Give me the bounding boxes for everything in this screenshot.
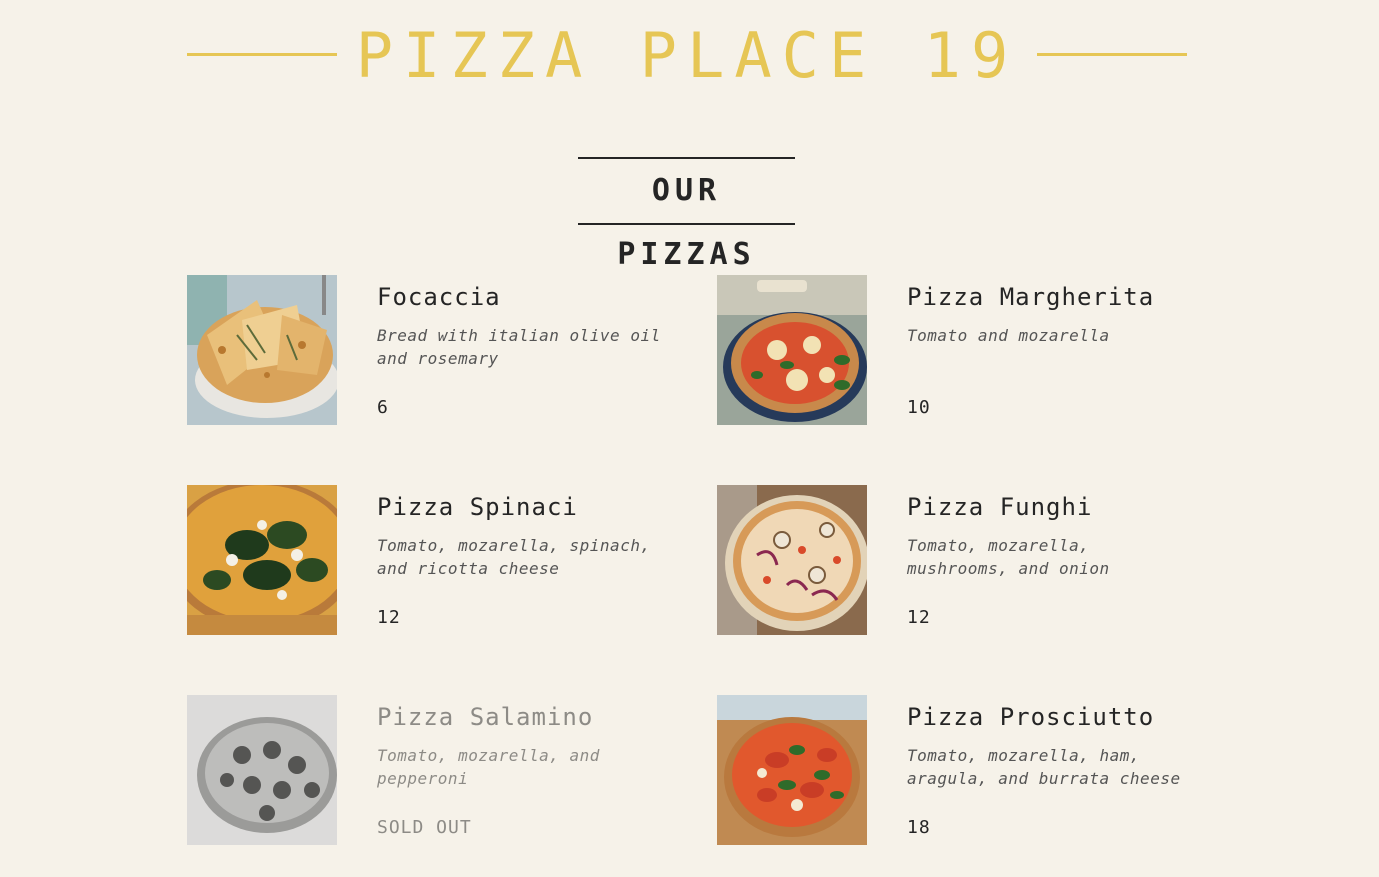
menu-item-name: Pizza Salamino	[377, 703, 594, 731]
menu-item-name: Pizza Spinaci	[377, 493, 578, 521]
header-rule-right	[1037, 53, 1187, 56]
menu-item-price: 18	[907, 817, 931, 838]
menu-item-info: Pizza Margherita Tomato and mozarella 10	[907, 275, 1192, 425]
spinaci-photo	[187, 485, 337, 635]
menu-item-info: Focaccia Bread with italian olive oil an…	[377, 275, 677, 425]
menu-item-margherita: Pizza Margherita Tomato and mozarella 10	[717, 275, 1187, 425]
menu-item-info: Pizza Funghi Tomato, mozarella, mushroom…	[907, 485, 1192, 635]
menu-item-salamino: Pizza Salamino Tomato, mozarella, and pe…	[187, 695, 717, 845]
funghi-photo	[717, 485, 867, 635]
menu-item-price: 10	[907, 397, 931, 418]
menu-item-description: Tomato, mozarella, and pepperoni	[377, 746, 600, 788]
menu-item-description: Bread with italian olive oil and rosemar…	[377, 326, 661, 368]
menu-item-name: Pizza Funghi	[907, 493, 1093, 521]
page-title: PIZZA PLACE 19	[355, 19, 1019, 92]
menu-item-price: 12	[907, 607, 931, 628]
page-header: PIZZA PLACE 19	[0, 0, 1379, 110]
menu-item-description: Tomato, mozarella, mushrooms, and onion	[907, 536, 1110, 578]
header-rule-left	[187, 53, 337, 56]
menu-item-price: 6	[377, 397, 389, 418]
prosciutto-photo	[717, 695, 867, 845]
focaccia-photo	[187, 275, 337, 425]
salamino-photo	[187, 695, 337, 845]
menu-item-description: Tomato and mozarella	[907, 326, 1110, 345]
pizza-menu: Focaccia Bread with italian olive oil an…	[187, 275, 1187, 845]
sold-out-label: SOLD OUT	[377, 817, 472, 838]
menu-item-name: Pizza Prosciutto	[907, 703, 1155, 731]
menu-item-price: 12	[377, 607, 401, 628]
menu-item-focaccia: Focaccia Bread with italian olive oil an…	[187, 275, 717, 425]
menu-item-description: Tomato, mozarella, ham, aragula, and bur…	[907, 746, 1181, 788]
menu-item-name: Pizza Margherita	[907, 283, 1155, 311]
menu-item-prosciutto: Pizza Prosciutto Tomato, mozarella, ham,…	[717, 695, 1187, 845]
menu-item-info: Pizza Salamino Tomato, mozarella, and pe…	[377, 695, 677, 845]
menu-item-name: Focaccia	[377, 283, 501, 311]
menu-item-info: Pizza Spinaci Tomato, mozarella, spinach…	[377, 485, 677, 635]
menu-item-info: Pizza Prosciutto Tomato, mozarella, ham,…	[907, 695, 1192, 845]
menu-item-description: Tomato, mozarella, spinach, and ricotta …	[377, 536, 651, 578]
margherita-photo	[717, 275, 867, 425]
section-title: OUR PIZZAS	[578, 157, 795, 272]
menu-item-spinaci: Pizza Spinaci Tomato, mozarella, spinach…	[187, 485, 717, 635]
menu-item-funghi: Pizza Funghi Tomato, mozarella, mushroom…	[717, 485, 1187, 635]
